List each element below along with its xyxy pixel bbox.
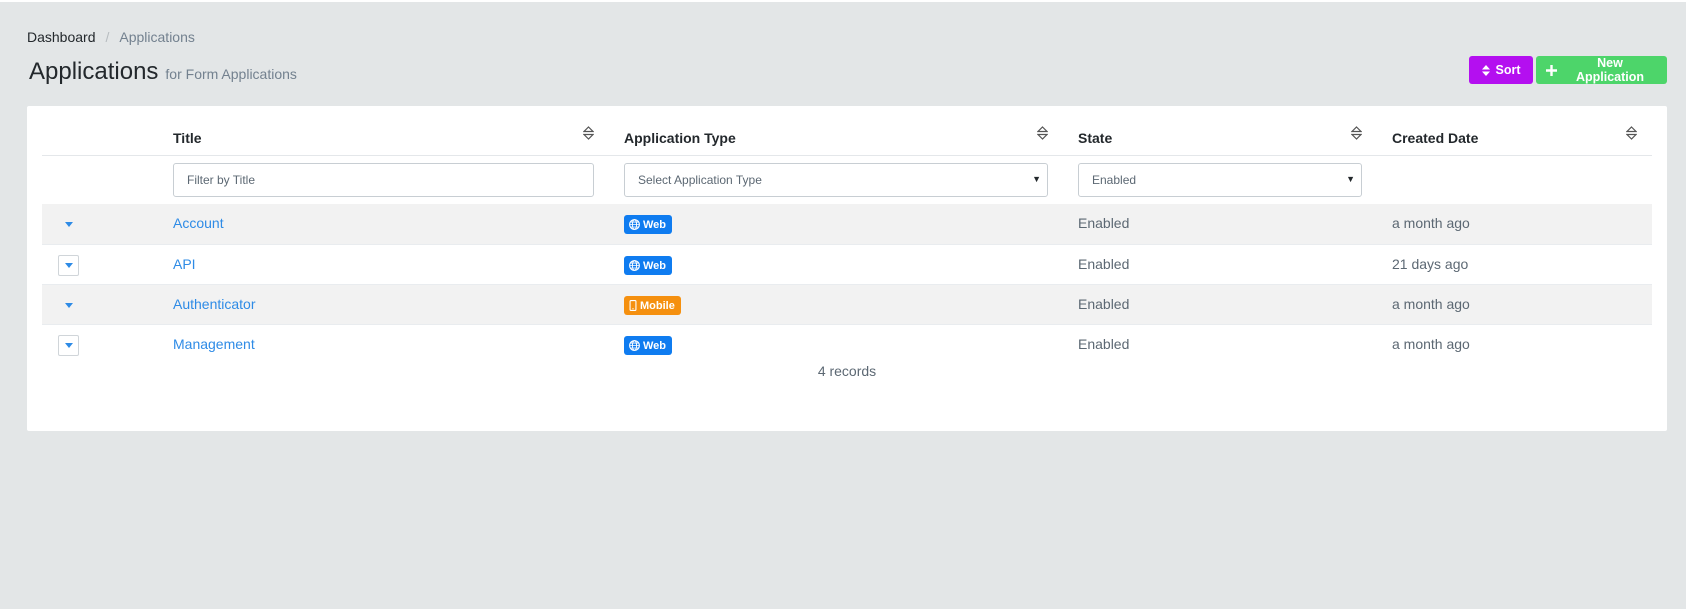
breadcrumb: Dashboard / Applications: [27, 29, 195, 45]
globe-icon: [629, 219, 640, 230]
header-actions: Sort New Application: [1469, 56, 1667, 84]
applications-card: Title Application Type State Created Dat…: [27, 106, 1667, 431]
expand-row-button[interactable]: [58, 295, 79, 316]
table-row: API Web Enabled 21 days ago: [42, 244, 1652, 284]
sort-created-date-icon[interactable]: [1625, 126, 1638, 145]
application-type-badge: Web: [624, 336, 673, 355]
application-created-date: a month ago: [1392, 296, 1470, 312]
application-created-date: a month ago: [1392, 215, 1470, 231]
column-header-state[interactable]: State: [1078, 130, 1112, 146]
applications-table: Title Application Type State Created Dat…: [42, 106, 1652, 364]
application-state: Enabled: [1078, 215, 1130, 231]
globe-icon: [629, 340, 640, 351]
state-select-value: Enabled: [1092, 173, 1137, 187]
table-header: Title Application Type State Created Dat…: [42, 106, 1652, 156]
application-title-link[interactable]: Account: [173, 215, 224, 231]
new-application-button-label: New Application: [1575, 56, 1645, 84]
application-type-label: Mobile: [640, 299, 675, 312]
application-title-link[interactable]: Management: [173, 336, 255, 352]
sort-state-icon[interactable]: [1350, 126, 1363, 145]
breadcrumb-dashboard-link[interactable]: Dashboard: [27, 29, 96, 45]
application-type-select[interactable]: Select Application Type ▼: [624, 163, 1048, 197]
plus-icon: [1546, 64, 1557, 76]
expand-row-button[interactable]: [58, 214, 79, 235]
application-type-label: Web: [643, 339, 667, 352]
application-type-label: Web: [643, 259, 667, 272]
caret-down-icon: [64, 303, 73, 308]
sort-button-label: Sort: [1495, 63, 1521, 77]
table-row: Management Web Enabled a month ago: [42, 324, 1652, 364]
mobile-icon: [629, 300, 637, 311]
caret-down-icon: [64, 222, 73, 227]
application-type-badge: Web: [624, 215, 673, 234]
page-subtitle: for Form Applications: [165, 66, 297, 82]
page-header: Applications for Form Applications: [29, 58, 297, 86]
expand-row-button[interactable]: [58, 335, 79, 356]
sort-icon: [1481, 64, 1490, 76]
application-created-date: 21 days ago: [1392, 256, 1469, 272]
table-row: Authenticator Mobile Enabled a month ago: [42, 284, 1652, 324]
sort-title-icon[interactable]: [582, 126, 595, 145]
application-title-link[interactable]: API: [173, 256, 196, 272]
caret-down-icon: [64, 343, 73, 348]
column-header-title[interactable]: Title: [173, 130, 202, 146]
column-header-created-date[interactable]: Created Date: [1392, 130, 1478, 146]
application-state: Enabled: [1078, 336, 1130, 352]
application-created-date: a month ago: [1392, 336, 1470, 352]
application-state: Enabled: [1078, 296, 1130, 312]
globe-icon: [629, 260, 640, 271]
table-row: Account Web Enabled a month ago: [42, 204, 1652, 244]
breadcrumb-separator: /: [105, 29, 110, 45]
sort-application-type-icon[interactable]: [1036, 126, 1049, 145]
filter-row: Filter by Title Select Application Type …: [42, 156, 1652, 204]
application-type-badge: Mobile: [624, 296, 681, 315]
title-filter-input[interactable]: Filter by Title: [173, 163, 594, 197]
application-type-badge: Web: [624, 256, 673, 275]
record-count: 4 records: [817, 363, 877, 379]
breadcrumb-current: Applications: [119, 29, 195, 45]
expand-row-button[interactable]: [58, 255, 79, 276]
application-state: Enabled: [1078, 256, 1130, 272]
dropdown-arrow-icon: ▼: [1032, 174, 1041, 184]
dropdown-arrow-icon: ▼: [1346, 174, 1355, 184]
application-type-label: Web: [643, 218, 667, 231]
top-border: [0, 0, 1686, 2]
caret-down-icon: [64, 263, 73, 268]
application-title-link[interactable]: Authenticator: [173, 296, 256, 312]
page-title: Applications: [29, 58, 159, 85]
state-select[interactable]: Enabled ▼: [1078, 163, 1362, 197]
new-application-button[interactable]: New Application: [1536, 56, 1667, 84]
application-type-select-value: Select Application Type: [638, 173, 762, 187]
column-header-application-type[interactable]: Application Type: [624, 130, 736, 146]
sort-button[interactable]: Sort: [1469, 56, 1533, 84]
